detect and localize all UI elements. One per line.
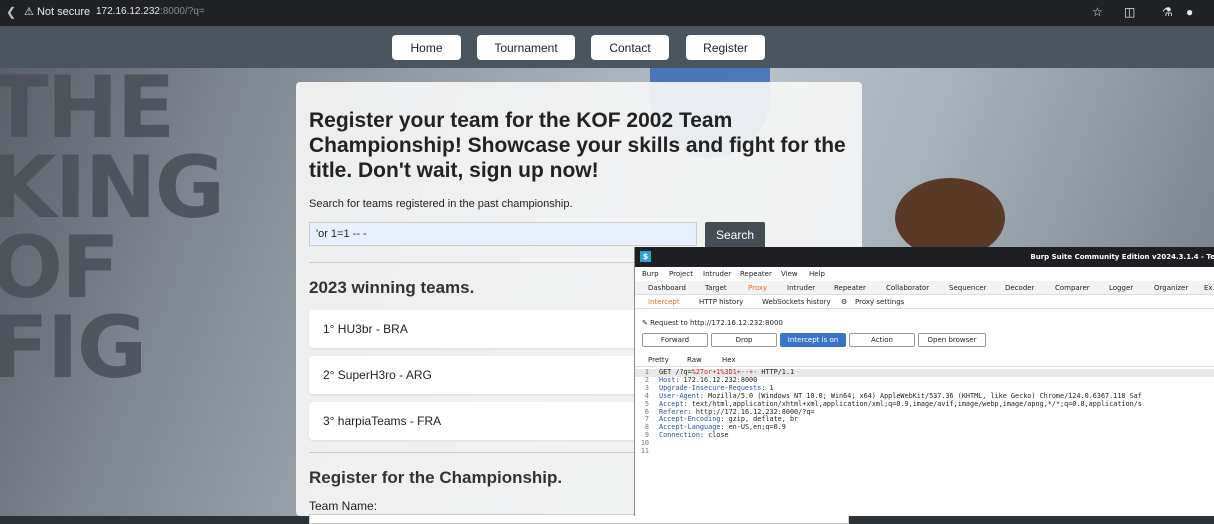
header-value: : 172.16.12.232:8000 xyxy=(675,375,758,384)
header-value: : close xyxy=(699,431,729,440)
tab-organizer[interactable]: Organizer xyxy=(1154,284,1188,292)
nav-tournament-button[interactable]: Tournament xyxy=(477,35,575,60)
http-version: HTTP/1.1 xyxy=(757,368,795,376)
header-name: Referer xyxy=(659,407,688,416)
url-host: 172.16.12.232 xyxy=(96,6,160,17)
header-value: : 1 xyxy=(761,383,774,392)
burp-menu-bar: Burp Project Intruder Repeater View Help xyxy=(635,267,1214,280)
browser-toolbar: ❮ ⚠ Not secure 172.16.12.232:8000/?q= ☆ … xyxy=(0,0,1214,26)
tab-repeater[interactable]: Repeater xyxy=(834,284,866,292)
tab-decoder[interactable]: Decoder xyxy=(1005,284,1034,292)
security-label: Not secure xyxy=(36,6,91,18)
nav-home-button[interactable]: Home xyxy=(392,35,461,60)
tab-dashboard[interactable]: Dashboard xyxy=(648,284,686,292)
header-name: Host xyxy=(659,375,676,384)
gear-icon: ⚙ xyxy=(841,298,848,306)
header-name: Accept-Language xyxy=(659,423,721,432)
subtab-intercept[interactable]: Intercept xyxy=(648,298,680,306)
tab-extensions[interactable]: Ex xyxy=(1204,284,1213,292)
burp-view-tabs: Pretty Raw Hex xyxy=(635,354,1214,367)
address-bar[interactable]: 172.16.12.232:8000/?q= xyxy=(96,6,205,17)
subtab-websockets-history[interactable]: WebSockets history xyxy=(762,298,831,306)
winners-heading: 2023 winning teams. xyxy=(309,278,475,297)
pencil-icon[interactable]: ✎ xyxy=(642,319,648,327)
intercept-toggle-button[interactable]: Intercept is on xyxy=(780,333,846,347)
star-icon[interactable]: ☆ xyxy=(1092,5,1103,19)
tab-logger[interactable]: Logger xyxy=(1109,284,1133,292)
header-name: Upgrade-Insecure-Requests xyxy=(659,383,762,392)
tab-proxy[interactable]: Proxy xyxy=(748,284,767,292)
header-value: : text/html,application/xhtml+xml,applic… xyxy=(683,399,1142,408)
team-name-label: Team Name: xyxy=(309,499,378,513)
header-name: User-Agent xyxy=(659,391,700,400)
tab-sequencer[interactable]: Sequencer xyxy=(949,284,986,292)
menu-intruder[interactable]: Intruder xyxy=(703,270,731,278)
warning-icon: ⚠ xyxy=(24,6,34,18)
tab-target[interactable]: Target xyxy=(705,284,727,292)
forward-button[interactable]: Forward xyxy=(642,333,708,347)
url-rest: :8000/?q= xyxy=(159,6,205,17)
background-character-head-art xyxy=(895,178,1005,258)
subtab-proxy-settings[interactable]: Proxy settings xyxy=(855,298,904,306)
header-value: : Mozilla/5.0 (Windows NT 10.0; Win64; x… xyxy=(699,391,1142,400)
request-header: Connection: close xyxy=(659,431,729,440)
view-tab-hex[interactable]: Hex xyxy=(722,356,736,364)
nav-contact-button[interactable]: Contact xyxy=(591,35,669,60)
tab-comparer[interactable]: Comparer xyxy=(1055,284,1090,292)
burp-proxy-subtabs: Intercept HTTP history WebSockets histor… xyxy=(635,296,1214,309)
request-method-path: GET /?q= xyxy=(659,368,692,376)
lab-icon[interactable]: ⚗ xyxy=(1162,5,1173,19)
open-browser-button[interactable]: Open browser xyxy=(918,333,986,347)
profile-icon[interactable]: ● xyxy=(1186,5,1193,19)
menu-help[interactable]: Help xyxy=(809,270,825,278)
background-logo-art: THE KING OF FIG xyxy=(0,68,225,398)
view-tab-pretty[interactable]: Pretty xyxy=(648,356,669,364)
burp-suite-window: $ Burp Suite Community Edition v2024.3.1… xyxy=(634,247,1214,516)
header-name: Accept-Encoding xyxy=(659,415,721,424)
line-number: 11 xyxy=(640,447,649,455)
header-value: : gzip, deflate, br xyxy=(720,415,799,424)
menu-repeater[interactable]: Repeater xyxy=(740,270,772,278)
site-nav: Home Tournament Contact Register xyxy=(0,26,1214,68)
menu-view[interactable]: View xyxy=(781,270,798,278)
subtab-http-history[interactable]: HTTP history xyxy=(699,298,743,306)
burp-logo-icon: $ xyxy=(640,251,651,262)
back-arrow-icon[interactable]: ❮ xyxy=(6,5,16,19)
view-tab-raw[interactable]: Raw xyxy=(687,356,702,364)
security-indicator[interactable]: ⚠ Not secure xyxy=(24,5,90,18)
injected-query: %27or+1%3D1+--+- xyxy=(691,368,758,376)
burp-main-tabs: Dashboard Target Proxy Intruder Repeater… xyxy=(635,281,1214,295)
menu-project[interactable]: Project xyxy=(669,270,693,278)
search-button[interactable]: Search xyxy=(705,222,765,248)
header-name: Connection xyxy=(659,431,700,440)
header-value: : en-US,en;q=0.9 xyxy=(720,423,786,432)
tab-collaborator[interactable]: Collaborator xyxy=(886,284,929,292)
action-button[interactable]: Action xyxy=(849,333,915,347)
request-target: ✎ Request to http://172.16.12.232:8000 xyxy=(642,319,783,327)
search-input[interactable]: 'or 1=1 -- - xyxy=(309,222,697,246)
page-title: Register your team for the KOF 2002 Team… xyxy=(309,109,846,182)
drop-button[interactable]: Drop xyxy=(711,333,777,347)
menu-burp[interactable]: Burp xyxy=(642,270,659,278)
header-value: : http://172.16.12.232:8000/?q= xyxy=(687,407,815,416)
search-caption: Search for teams registered in the past … xyxy=(309,198,573,210)
request-target-label: Request to http://172.16.12.232:8000 xyxy=(650,319,783,327)
register-heading: Register for the Championship. xyxy=(309,468,563,487)
burp-window-title: Burp Suite Community Edition v2024.3.1.4… xyxy=(1030,253,1214,261)
extensions-icon[interactable]: ◫ xyxy=(1124,5,1135,19)
burp-title-bar: $ Burp Suite Community Edition v2024.3.1… xyxy=(635,247,1214,267)
tab-intruder[interactable]: Intruder xyxy=(787,284,815,292)
nav-register-button[interactable]: Register xyxy=(686,35,765,60)
header-name: Accept xyxy=(659,399,684,408)
